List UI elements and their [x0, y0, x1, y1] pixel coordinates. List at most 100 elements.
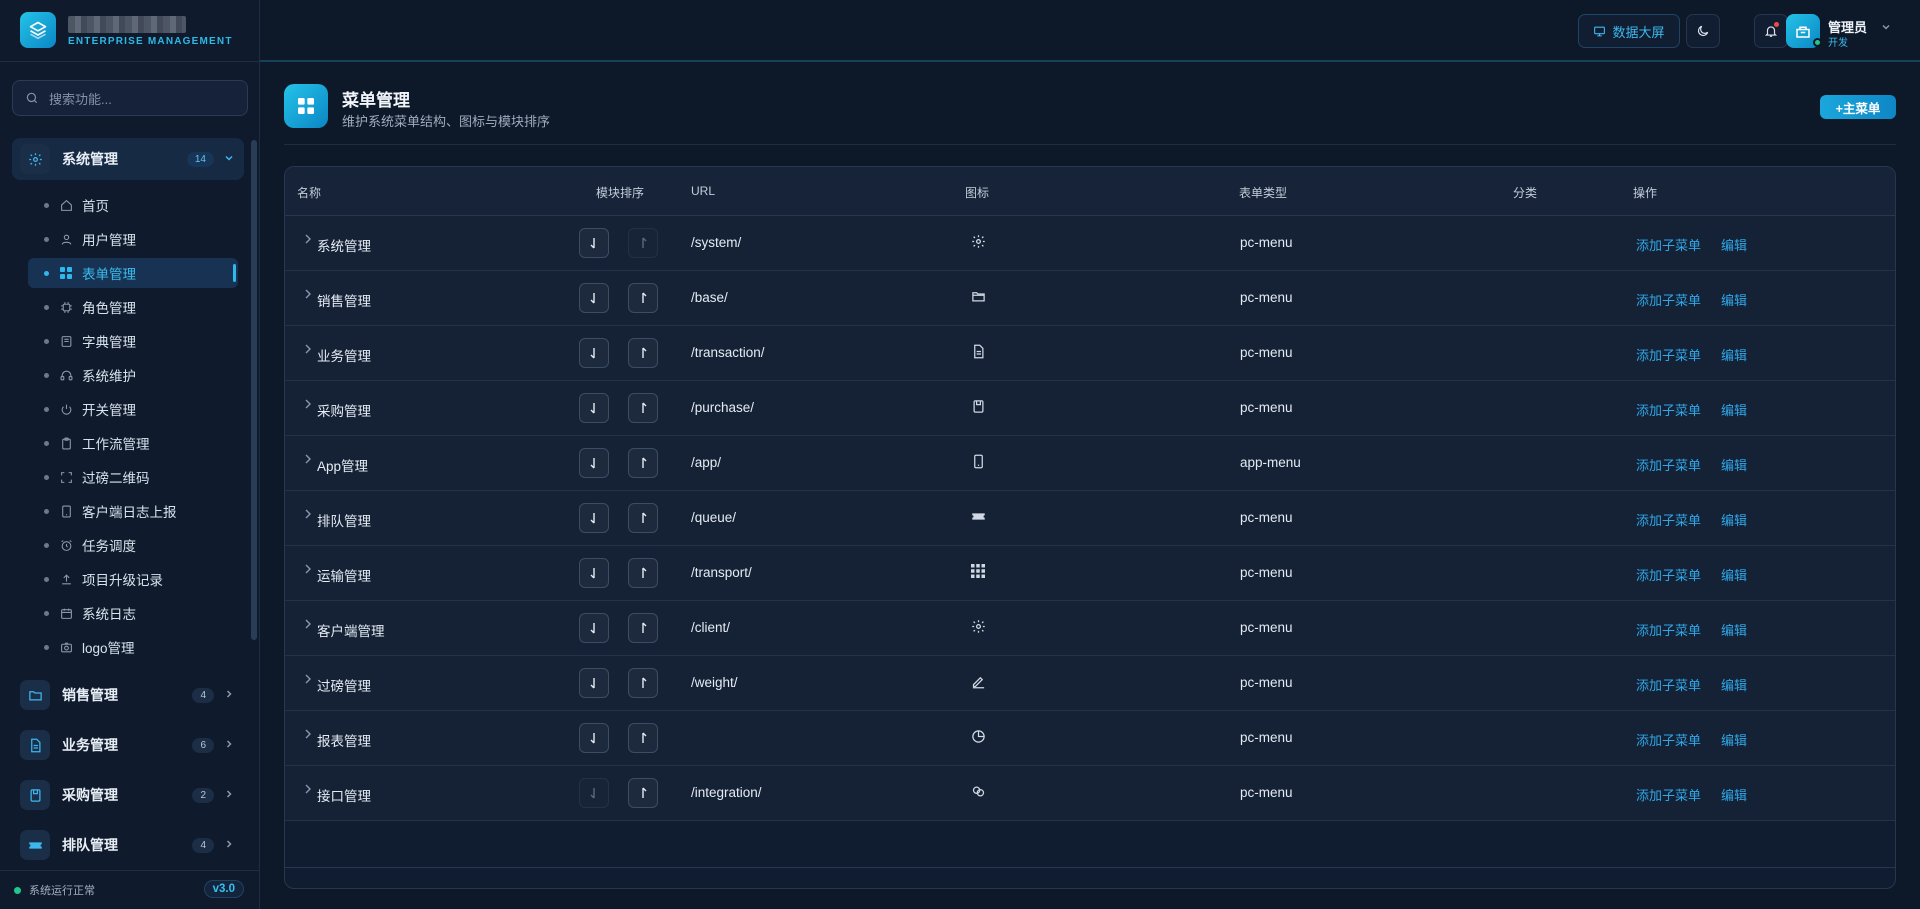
menu-type: pc-menu	[1240, 675, 1293, 690]
edit-link[interactable]: 编辑	[1721, 730, 1747, 749]
menu-name: 采购管理	[317, 404, 371, 419]
arrow-down-icon	[587, 566, 601, 580]
expand-chevron-icon[interactable]	[303, 453, 313, 468]
move-down-button[interactable]	[579, 338, 609, 368]
edit-link[interactable]: 编辑	[1721, 510, 1747, 529]
bullet-dot	[44, 610, 49, 616]
notification-button[interactable]	[1754, 14, 1788, 48]
add-submenu-link[interactable]: 添加子菜单	[1636, 345, 1701, 364]
add-main-menu-button[interactable]: +主菜单	[1820, 95, 1896, 119]
column-header-actions: 操作	[1633, 186, 1658, 200]
move-down-button[interactable]	[579, 228, 609, 258]
move-up-button[interactable]	[628, 668, 658, 698]
move-up-button[interactable]	[628, 503, 658, 533]
search-icon	[26, 92, 38, 104]
sidebar-item-home[interactable]: 首页	[28, 190, 238, 220]
sidebar-item-system-log[interactable]: 系统日志	[28, 598, 238, 628]
bullet-dot	[44, 440, 49, 446]
table-row: 报表管理 pc-menu 添加子菜单 编辑	[285, 711, 1895, 766]
sidebar-item-client-log[interactable]: 客户端日志上报	[28, 496, 238, 526]
move-down-button[interactable]	[579, 448, 609, 478]
move-up-button[interactable]	[628, 228, 658, 258]
sidebar-item-logo[interactable]: logo管理	[28, 632, 238, 662]
move-up-button[interactable]	[628, 393, 658, 423]
expand-chevron-icon[interactable]	[303, 233, 313, 248]
page-subtitle: 维护系统菜单结构、图标与模块排序	[342, 114, 551, 129]
edit-link[interactable]: 编辑	[1721, 675, 1747, 694]
move-down-button[interactable]	[579, 723, 609, 753]
add-submenu-link[interactable]: 添加子菜单	[1636, 400, 1701, 419]
move-down-button[interactable]	[579, 668, 609, 698]
bullet-dot	[44, 202, 49, 208]
expand-chevron-icon[interactable]	[303, 563, 313, 578]
menu-url: /client/	[691, 620, 731, 635]
expand-chevron-icon[interactable]	[303, 343, 313, 358]
table-row: 运输管理/transport/pc-menu 添加子菜单 编辑	[285, 546, 1895, 601]
theme-toggle-button[interactable]	[1686, 14, 1720, 48]
expand-chevron-icon[interactable]	[303, 288, 313, 303]
sidebar-item-scheduler[interactable]: 任务调度	[28, 530, 238, 560]
move-up-button[interactable]	[628, 778, 658, 808]
expand-chevron-icon[interactable]	[303, 398, 313, 413]
sidebar-item-workflow[interactable]: 工作流管理	[28, 428, 238, 458]
move-up-button[interactable]	[628, 723, 658, 753]
link-icon	[969, 782, 987, 800]
move-down-button[interactable]	[579, 613, 609, 643]
dashboard-button[interactable]: 数据大屏	[1578, 14, 1680, 48]
edit-link[interactable]: 编辑	[1721, 235, 1747, 254]
edit-link[interactable]: 编辑	[1721, 455, 1747, 474]
document-icon	[20, 730, 50, 760]
move-up-button[interactable]	[628, 338, 658, 368]
sidebar-group-business[interactable]: 业务管理 6	[12, 724, 244, 766]
add-submenu-link[interactable]: 添加子菜单	[1636, 675, 1701, 694]
expand-chevron-icon[interactable]	[303, 728, 313, 743]
sidebar-group-purchase[interactable]: 采购管理 2	[12, 774, 244, 816]
search-input[interactable]: 搜索功能...	[12, 80, 248, 116]
sidebar-group-sales[interactable]: 销售管理 4	[12, 674, 244, 716]
edit-link[interactable]: 编辑	[1721, 565, 1747, 584]
edit-link[interactable]: 编辑	[1721, 620, 1747, 639]
move-up-button[interactable]	[628, 558, 658, 588]
menu-type: pc-menu	[1240, 290, 1293, 305]
add-submenu-link[interactable]: 添加子菜单	[1636, 730, 1701, 749]
menu-name: 系统管理	[317, 239, 371, 254]
divider	[284, 144, 1896, 145]
add-submenu-link[interactable]: 添加子菜单	[1636, 290, 1701, 309]
edit-link[interactable]: 编辑	[1721, 400, 1747, 419]
move-down-button[interactable]	[579, 778, 609, 808]
move-up-button[interactable]	[628, 283, 658, 313]
add-submenu-link[interactable]: 添加子菜单	[1636, 235, 1701, 254]
add-submenu-link[interactable]: 添加子菜单	[1636, 510, 1701, 529]
edit-link[interactable]: 编辑	[1721, 345, 1747, 364]
edit-link[interactable]: 编辑	[1721, 290, 1747, 309]
sidebar-group-system[interactable]: 系统管理 14	[12, 138, 244, 180]
move-up-button[interactable]	[628, 613, 658, 643]
expand-chevron-icon[interactable]	[303, 508, 313, 523]
edit-link[interactable]: 编辑	[1721, 785, 1747, 804]
sidebar-item-switches[interactable]: 开关管理	[28, 394, 238, 424]
expand-chevron-icon[interactable]	[303, 783, 313, 798]
sidebar-item-dictionary[interactable]: 字典管理	[28, 326, 238, 356]
layers-logo-icon[interactable]	[20, 12, 56, 48]
chevron-down-icon[interactable]	[1881, 22, 1891, 35]
add-submenu-link[interactable]: 添加子菜单	[1636, 620, 1701, 639]
sidebar-item-forms[interactable]: 表单管理	[28, 258, 238, 288]
move-down-button[interactable]	[579, 503, 609, 533]
move-up-button[interactable]	[628, 448, 658, 478]
sidebar-item-users[interactable]: 用户管理	[28, 224, 238, 254]
expand-chevron-icon[interactable]	[303, 673, 313, 688]
move-down-button[interactable]	[579, 558, 609, 588]
sidebar-item-weigh-qrcode[interactable]: 过磅二维码	[28, 462, 238, 492]
menu-table: 名称 模块排序 URL 图标 表单类型 分类 操作 系统管理/system/pc…	[284, 166, 1896, 889]
sidebar-item-roles[interactable]: 角色管理	[28, 292, 238, 322]
sidebar-item-upgrade-log[interactable]: 项目升级记录	[28, 564, 238, 594]
gear-icon	[969, 617, 987, 635]
add-submenu-link[interactable]: 添加子菜单	[1636, 565, 1701, 584]
add-submenu-link[interactable]: 添加子菜单	[1636, 785, 1701, 804]
move-down-button[interactable]	[579, 393, 609, 423]
expand-chevron-icon[interactable]	[303, 618, 313, 633]
add-submenu-link[interactable]: 添加子菜单	[1636, 455, 1701, 474]
sidebar-group-queue[interactable]: 排队管理 4	[12, 824, 244, 863]
sidebar-item-maintenance[interactable]: 系统维护	[28, 360, 238, 390]
move-down-button[interactable]	[579, 283, 609, 313]
